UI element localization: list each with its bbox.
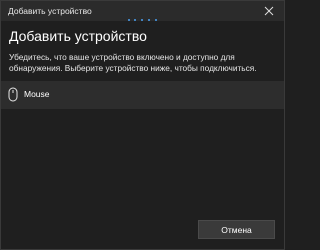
progress-dot [134, 19, 136, 21]
device-item-mouse[interactable]: Mouse [1, 81, 284, 109]
progress-dot [128, 19, 130, 21]
device-list: Mouse [1, 81, 284, 109]
close-button[interactable] [254, 1, 284, 21]
progress-dot [141, 19, 143, 21]
cancel-button[interactable]: Отмена [198, 220, 275, 239]
device-label: Mouse [24, 89, 50, 99]
add-device-window: Добавить устройство Добавить устройство … [0, 0, 285, 250]
progress-dot [155, 19, 157, 21]
dialog-description: Убедитесь, что ваше устройство включено … [9, 52, 257, 73]
close-icon [264, 6, 274, 16]
mouse-icon [8, 87, 18, 102]
window-title: Добавить устройство [8, 6, 92, 16]
searching-progress-indicator [1, 19, 284, 23]
title-bar: Добавить устройство [1, 1, 284, 21]
progress-dot [148, 19, 150, 21]
dialog-heading: Добавить устройство [9, 28, 147, 44]
